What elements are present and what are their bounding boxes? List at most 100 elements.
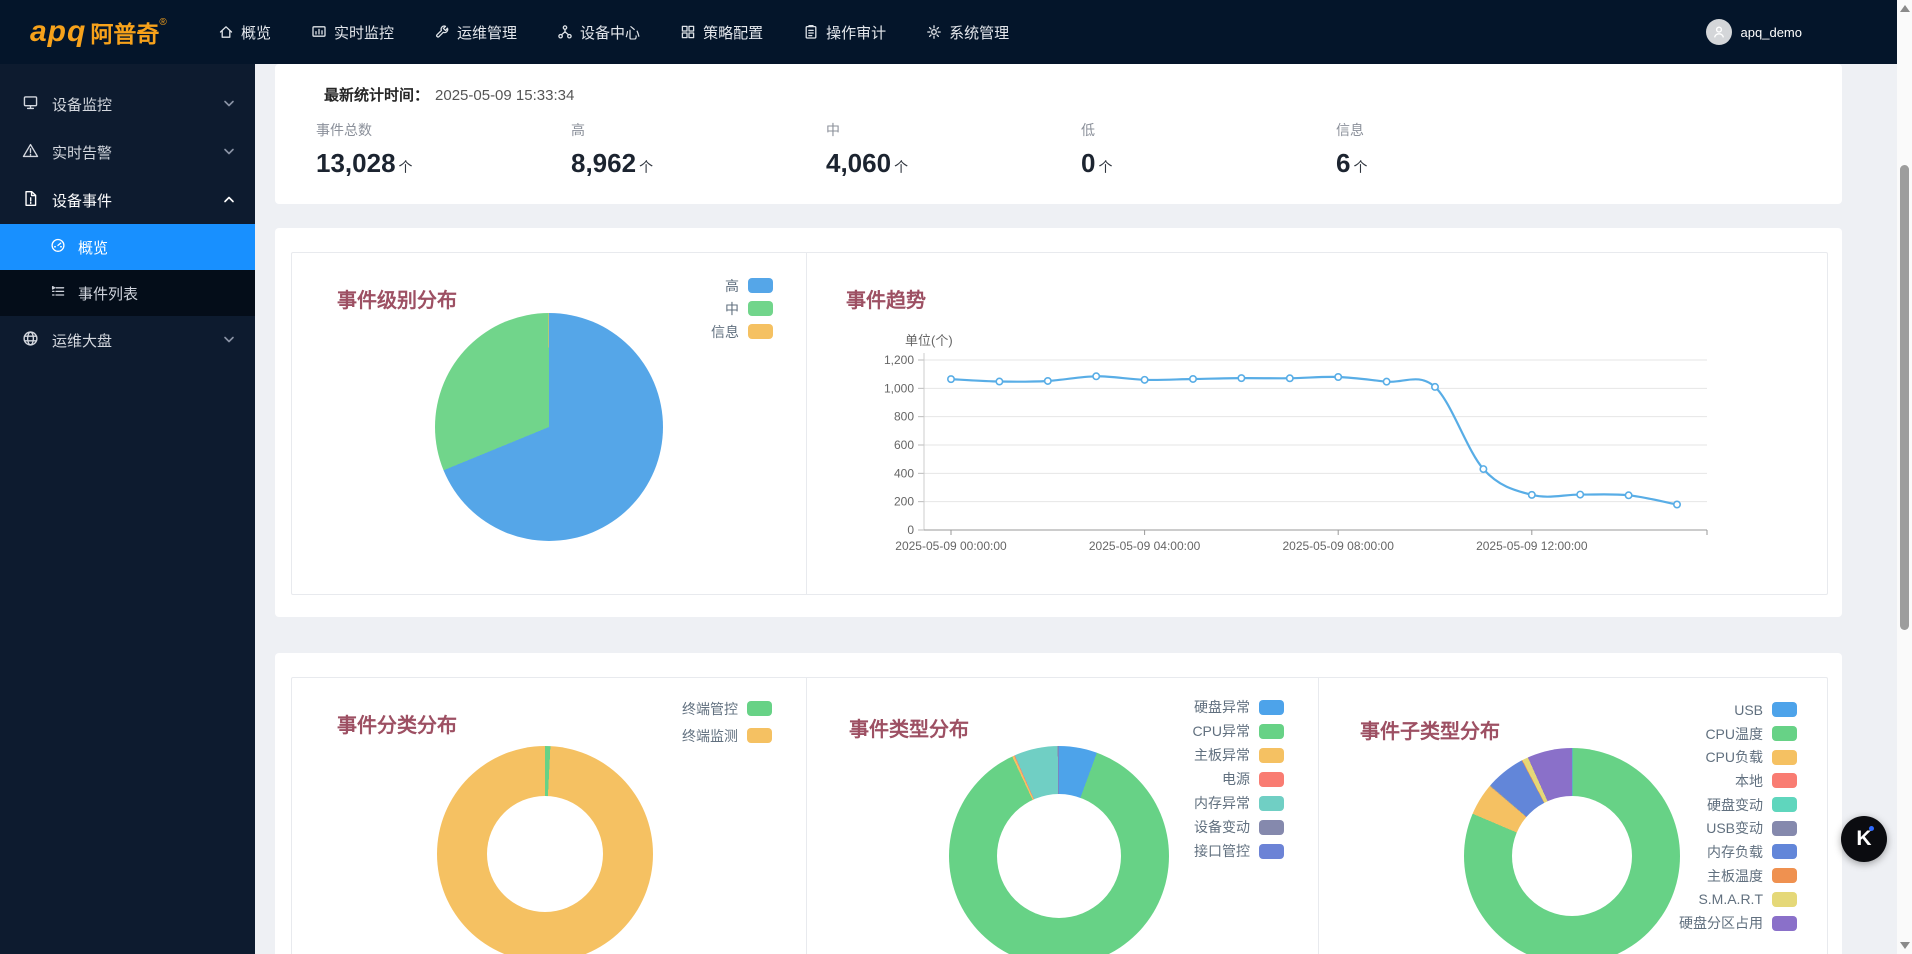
legend-swatch xyxy=(1259,724,1284,739)
panel-divider xyxy=(1318,678,1319,954)
nav-item-1[interactable]: 概览 xyxy=(218,22,271,43)
legend-item[interactable]: 高 xyxy=(553,274,773,297)
level-dist-title: 事件级别分布 xyxy=(337,284,457,313)
sidebar-group-1[interactable]: 设备监控 xyxy=(0,80,255,128)
logo-text-cn: 阿普奇 xyxy=(90,15,159,49)
legend-item[interactable]: 信息 xyxy=(553,320,773,343)
legend-item[interactable]: CPU温度 xyxy=(1577,722,1797,746)
svg-text:800: 800 xyxy=(894,410,914,424)
sidebar-item-2[interactable]: 事件列表 xyxy=(0,270,255,316)
svg-text:2025-05-09 12:00:00: 2025-05-09 12:00:00 xyxy=(1476,539,1588,553)
legend-swatch xyxy=(1259,772,1284,787)
stat-unit: 个 xyxy=(1098,159,1112,175)
legend-item[interactable]: 本地 xyxy=(1577,769,1797,793)
legend-item[interactable]: 内存异常 xyxy=(1064,791,1284,815)
stat-card-事件总数: 事件总数13,028个 xyxy=(316,122,571,182)
user-menu[interactable]: apq_demo xyxy=(1706,0,1802,64)
gear-icon xyxy=(926,24,942,40)
list-icon xyxy=(50,283,66,303)
class-dist-legend: 终端管控终端监测 xyxy=(552,695,772,749)
legend-item[interactable]: CPU负载 xyxy=(1577,745,1797,769)
scrollbar-thumb[interactable] xyxy=(1900,165,1909,630)
globe-icon xyxy=(22,330,39,351)
legend-item[interactable]: 内存负载 xyxy=(1577,840,1797,864)
svg-text:0: 0 xyxy=(907,523,914,537)
brand-logo[interactable]: apq阿普奇® xyxy=(30,0,167,64)
trend-line-chart[interactable]: 02004006008001,0001,2002025-05-09 00:00:… xyxy=(855,323,1805,563)
legend-swatch xyxy=(1259,844,1284,859)
legend-label: 设备变动 xyxy=(1194,817,1250,837)
svg-text:400: 400 xyxy=(894,466,914,480)
stat-value: 0个 xyxy=(1081,148,1336,182)
nav-item-2[interactable]: 实时监控 xyxy=(311,22,394,43)
svg-text:1,000: 1,000 xyxy=(884,381,914,395)
wrench-icon xyxy=(434,24,450,40)
legend-item[interactable]: 中 xyxy=(553,297,773,320)
legend-item[interactable]: 主板温度 xyxy=(1577,864,1797,888)
stat-value: 13,028个 xyxy=(316,148,571,182)
sidebar-group-label: 设备事件 xyxy=(52,190,112,211)
legend-item[interactable]: 主板异常 xyxy=(1064,743,1284,767)
scrollbar-up-arrow-icon[interactable] xyxy=(1900,5,1910,12)
nav-item-7[interactable]: 系统管理 xyxy=(926,22,1009,43)
subtype-dist-legend: USBCPU温度 CPU负载本地硬盘变动USB变动内存负载主板温度S.M.A.R.… xyxy=(1577,698,1797,935)
user-avatar-icon xyxy=(1706,19,1732,45)
sidebar-group-label: 设备监控 xyxy=(52,94,112,115)
stat-label: 信息 xyxy=(1336,122,1591,138)
legend-item[interactable]: 设备变动 xyxy=(1064,815,1284,839)
chevron-down-icon xyxy=(223,332,235,349)
vertical-scrollbar[interactable] xyxy=(1897,0,1912,954)
stat-card-低: 低0个 xyxy=(1081,122,1336,182)
legend-label: CPU温度 xyxy=(1705,724,1763,744)
legend-swatch xyxy=(1772,868,1797,883)
legend-item[interactable]: 硬盘异常 xyxy=(1064,695,1284,719)
main-content: 最新统计时间：2025-05-09 15:33:34 事件总数13,028个高8… xyxy=(255,64,1897,954)
nav-item-4[interactable]: 设备中心 xyxy=(557,22,640,43)
legend-item[interactable]: 硬盘变动 xyxy=(1577,793,1797,817)
sidebar-group-4[interactable]: 运维大盘 xyxy=(0,316,255,364)
stat-value: 8,962个 xyxy=(571,148,826,182)
legend-swatch xyxy=(748,324,773,339)
class-dist-donut-chart[interactable] xyxy=(437,746,653,954)
legend-item[interactable]: 电源 xyxy=(1064,767,1284,791)
legend-item[interactable]: CPU异常 xyxy=(1064,719,1284,743)
scrollbar-down-arrow-icon[interactable] xyxy=(1900,942,1910,949)
legend-item[interactable]: 终端监测 xyxy=(552,722,772,749)
home-icon xyxy=(218,24,234,40)
legend-label: CPU负载 xyxy=(1705,747,1763,767)
legend-item[interactable]: 终端管控 xyxy=(552,695,772,722)
level-dist-pie-chart[interactable] xyxy=(435,313,663,541)
nav-item-label: 操作审计 xyxy=(826,22,886,43)
stat-unit: 个 xyxy=(639,159,653,175)
topnav-menu: 概览 实时监控 运维管理 设备中心 策略配置 操作审计 系统管理 xyxy=(218,0,1009,64)
legend-item[interactable]: 接口管控 xyxy=(1064,839,1284,863)
floating-assistant-button[interactable]: K xyxy=(1841,816,1887,862)
svg-text:200: 200 xyxy=(894,495,914,509)
legend-item[interactable]: 硬盘分区占用 xyxy=(1577,911,1797,935)
chevron-down-icon xyxy=(223,144,235,161)
legend-item[interactable]: USB xyxy=(1577,698,1797,722)
sidebar-item-label: 概览 xyxy=(78,237,108,258)
legend-label: 高 xyxy=(725,276,739,296)
alert-triangle-icon xyxy=(22,142,39,163)
assistant-notification-dot xyxy=(1869,826,1874,831)
legend-swatch xyxy=(748,301,773,316)
legend-swatch xyxy=(1772,773,1797,788)
stat-label: 中 xyxy=(826,122,1081,138)
last-updated-label: 最新统计时间： xyxy=(324,87,429,104)
nav-item-3[interactable]: 运维管理 xyxy=(434,22,517,43)
legend-item[interactable]: S.M.A.R.T xyxy=(1577,888,1797,912)
sidebar-item-1[interactable]: 概览 xyxy=(0,224,255,270)
nav-item-6[interactable]: 操作审计 xyxy=(803,22,886,43)
chevron-up-icon xyxy=(223,192,235,209)
sidebar-group-3[interactable]: 设备事件 xyxy=(0,176,255,224)
legend-item[interactable]: USB变动 xyxy=(1577,816,1797,840)
nav-item-5[interactable]: 策略配置 xyxy=(680,22,763,43)
logo-text-en: apq xyxy=(30,15,86,49)
sidebar-group-2[interactable]: 实时告警 xyxy=(0,128,255,176)
nav-item-label: 运维管理 xyxy=(457,22,517,43)
panel-divider xyxy=(806,678,807,954)
legend-swatch xyxy=(1259,820,1284,835)
legend-swatch xyxy=(747,728,772,743)
legend-label: 信息 xyxy=(711,322,739,342)
